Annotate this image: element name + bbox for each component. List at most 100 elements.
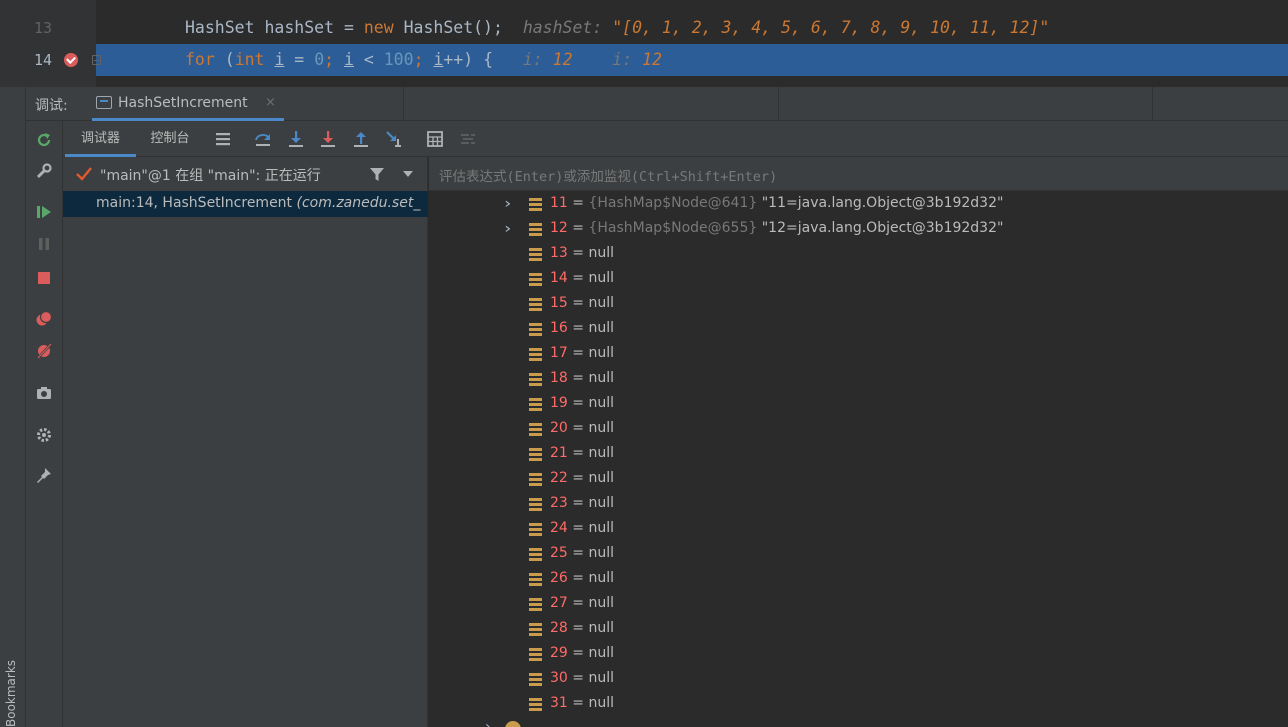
variable-text: 11 = {HashMap$Node@641} "11=java.lang.Ob… bbox=[550, 195, 1003, 211]
step-into-icon[interactable] bbox=[287, 130, 305, 148]
pin-icon[interactable] bbox=[35, 466, 53, 484]
var-index: 20 bbox=[550, 420, 568, 436]
var-null: null bbox=[588, 570, 614, 586]
keyword-new: new bbox=[363, 18, 394, 37]
variable-row[interactable]: 15 = null bbox=[429, 292, 1288, 317]
array-element-icon bbox=[529, 423, 542, 436]
variable-row[interactable]: 19 = null bbox=[429, 392, 1288, 417]
var-index: 11 bbox=[550, 195, 568, 211]
var-eq: = bbox=[567, 370, 589, 386]
array-element-icon bbox=[529, 673, 542, 686]
fold-icon[interactable] bbox=[92, 55, 101, 65]
var-index: 22 bbox=[550, 470, 568, 486]
variable-row[interactable]: 13 = null bbox=[429, 242, 1288, 267]
variable-row[interactable]: › 11 = {HashMap$Node@641} "11=java.lang.O… bbox=[429, 192, 1288, 217]
step-out-icon[interactable] bbox=[352, 130, 370, 148]
variable-row[interactable]: 23 = null bbox=[429, 492, 1288, 517]
variable-text: 12 = {HashMap$Node@655} "12=java.lang.Ob… bbox=[550, 220, 1003, 236]
variable-row[interactable]: 20 = null bbox=[429, 417, 1288, 442]
var-null: null bbox=[588, 370, 614, 386]
code-line-13[interactable]: 13 HashSet hashSet = new HashSet(); hash… bbox=[0, 12, 1288, 44]
code-editor[interactable]: 13 HashSet hashSet = new HashSet(); hash… bbox=[0, 0, 1288, 87]
wrench-icon[interactable] bbox=[35, 162, 53, 180]
var-eq: = bbox=[567, 570, 589, 586]
array-element-icon bbox=[529, 523, 542, 536]
close-tab-icon[interactable]: × bbox=[265, 95, 276, 110]
code-line-14-current[interactable]: 14 for (int i = 0; i < 100; i++) { i: 12… bbox=[0, 44, 1288, 76]
resume-icon[interactable] bbox=[35, 203, 53, 221]
variable-row[interactable]: 24 = null bbox=[429, 517, 1288, 542]
var-index: 26 bbox=[550, 570, 568, 586]
stack-frame-selected[interactable]: main:14, HashSetIncrement (com.zanedu.se… bbox=[63, 191, 428, 217]
filter-icon[interactable] bbox=[369, 166, 385, 182]
var-null: null bbox=[588, 695, 614, 711]
variable-row[interactable]: 27 = null bbox=[429, 592, 1288, 617]
expand-arrow-icon[interactable]: › bbox=[504, 196, 511, 212]
variable-text: 25 = null bbox=[550, 545, 614, 561]
variable-row[interactable]: 18 = null bbox=[429, 367, 1288, 392]
variable-row[interactable]: 17 = null bbox=[429, 342, 1288, 367]
expand-arrow-icon[interactable]: › bbox=[504, 221, 511, 237]
tab-console[interactable]: 控制台 bbox=[137, 121, 203, 157]
number-literal: 0 bbox=[314, 50, 325, 69]
evaluate-expression-icon[interactable] bbox=[426, 130, 444, 148]
variable-row[interactable]: 16 = null bbox=[429, 317, 1288, 342]
inline-hint-value: 12 bbox=[642, 50, 662, 69]
variable-row[interactable]: 25 = null bbox=[429, 542, 1288, 567]
force-step-into-icon[interactable] bbox=[319, 130, 337, 148]
punct: ( bbox=[214, 50, 235, 69]
var-eq: = bbox=[567, 545, 589, 561]
inline-hint-name: hashSet: bbox=[522, 18, 603, 37]
variable-text: 18 = null bbox=[550, 370, 614, 386]
variable-row[interactable]: 30 = null bbox=[429, 667, 1288, 692]
variables-panel: 评估表达式(Enter)或添加监视(Ctrl+Shift+Enter) › 11 … bbox=[429, 157, 1288, 727]
mute-breakpoints-icon[interactable] bbox=[35, 342, 53, 360]
breakpoint-icon[interactable] bbox=[64, 53, 78, 67]
var-null: null bbox=[588, 470, 614, 486]
variable-row[interactable]: 31 = null bbox=[429, 692, 1288, 717]
code-text[interactable]: for (int i = 0; i < 100; i++) { i: 12 i:… bbox=[185, 44, 662, 76]
var-index: 31 bbox=[550, 695, 568, 711]
variable-row[interactable]: 14 = null bbox=[429, 267, 1288, 292]
step-over-icon[interactable] bbox=[254, 130, 272, 148]
array-element-icon bbox=[529, 598, 542, 611]
variable-text: 30 = null bbox=[550, 670, 614, 686]
view-breakpoints-icon[interactable] bbox=[35, 310, 53, 328]
evaluate-watch-input[interactable]: 评估表达式(Enter)或添加监视(Ctrl+Shift+Enter) bbox=[429, 157, 1288, 191]
var-null: null bbox=[588, 345, 614, 361]
stop-icon[interactable] bbox=[35, 269, 53, 287]
var-index: 28 bbox=[550, 620, 568, 636]
chevron-down-icon[interactable] bbox=[402, 170, 414, 178]
variable-row[interactable]: 22 = null bbox=[429, 467, 1288, 492]
var-value: "12=java.lang.Object@3b192d32" bbox=[761, 220, 1004, 236]
rerun-icon[interactable] bbox=[35, 131, 53, 149]
var-eq: = bbox=[567, 345, 589, 361]
pause-icon[interactable] bbox=[35, 235, 53, 253]
var-index: 14 bbox=[550, 270, 568, 286]
bookmarks-tab[interactable]: Bookmarks bbox=[4, 660, 18, 727]
camera-icon[interactable] bbox=[35, 384, 53, 402]
variable-text: 19 = null bbox=[550, 395, 614, 411]
tab-debugger[interactable]: 调试器 bbox=[65, 121, 136, 157]
run-config-tab[interactable]: HashSetIncrement × bbox=[92, 87, 284, 121]
var-index: 30 bbox=[550, 670, 568, 686]
variable-row[interactable]: 28 = null bbox=[429, 617, 1288, 642]
var-index: 17 bbox=[550, 345, 568, 361]
variable-row[interactable]: 21 = null bbox=[429, 442, 1288, 467]
var-eq: = bbox=[567, 645, 589, 661]
thread-selector[interactable]: "main"@1 在组 "main": 正在运行 bbox=[63, 157, 428, 191]
code-text[interactable]: HashSet hashSet = new HashSet(); hashSet… bbox=[185, 12, 1049, 44]
array-element-icon bbox=[529, 623, 542, 636]
variable-row[interactable]: 26 = null bbox=[429, 567, 1288, 592]
variable-row[interactable]: 29 = null bbox=[429, 642, 1288, 667]
settings-gear-icon[interactable] bbox=[35, 426, 53, 444]
var-null: null bbox=[588, 245, 614, 261]
variable-row[interactable]: › 12 = {HashMap$Node@655} "12=java.lang.O… bbox=[429, 217, 1288, 242]
run-to-cursor-icon[interactable] bbox=[385, 130, 403, 148]
inline-hint-name: i: bbox=[522, 50, 543, 69]
array-element-icon bbox=[529, 348, 542, 361]
trace-stream-icon[interactable] bbox=[459, 130, 477, 148]
var-null: null bbox=[588, 620, 614, 636]
array-element-icon bbox=[529, 273, 542, 286]
layout-menu-icon[interactable] bbox=[214, 130, 232, 148]
